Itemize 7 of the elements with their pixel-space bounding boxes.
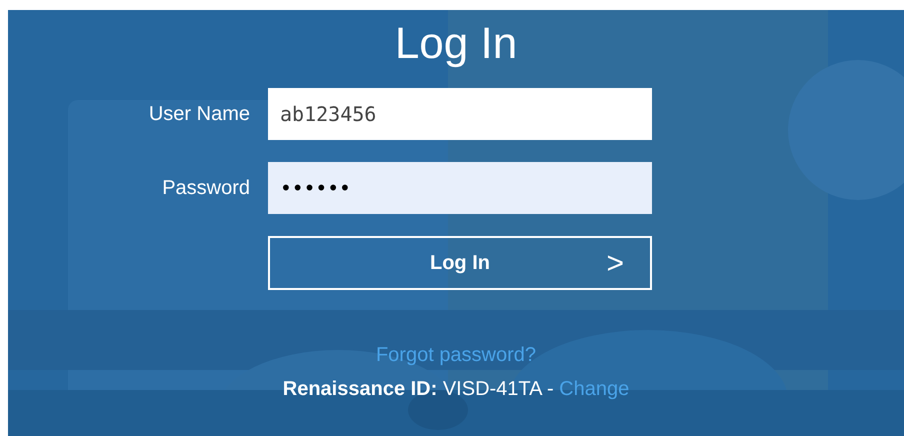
field-label: User Name: [148, 102, 250, 127]
page-title: Log In: [394, 18, 518, 70]
username-field[interactable]: ab123456: [268, 88, 652, 140]
login-button[interactable]: Log In >: [268, 236, 652, 290]
password-field[interactable]: ••••••: [268, 162, 652, 214]
field-label: Password: [161, 176, 250, 201]
renaissance-id-text: Renaissance ID: VISD-41TA - Change: [282, 377, 630, 402]
